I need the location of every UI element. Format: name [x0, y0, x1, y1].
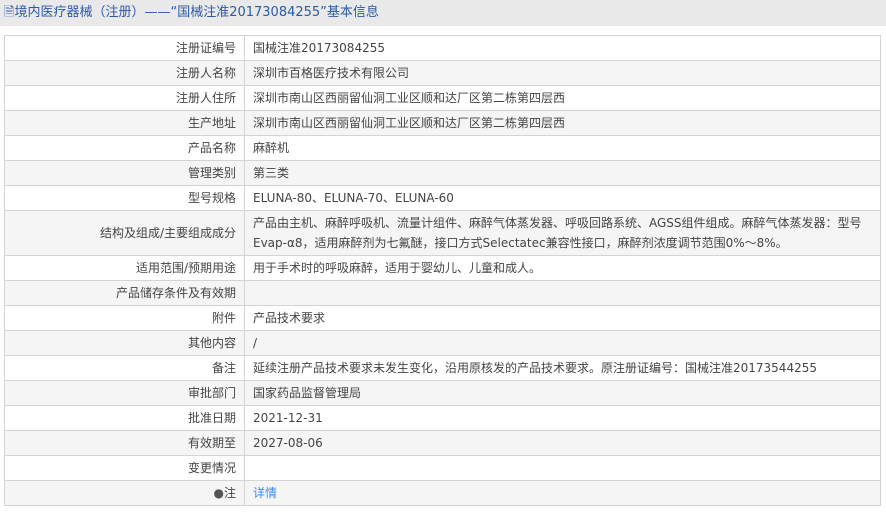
- table-row: 附件 产品技术要求: [4, 305, 881, 331]
- row-value: 深圳市南山区西丽留仙洞工业区顺和达厂区第二栋第四层西: [244, 110, 881, 136]
- page-title: 境内医疗器械（注册）——“国械注准20173084255”基本信息: [14, 5, 379, 20]
- row-value: 2027-08-06: [244, 430, 881, 456]
- row-label: 变更情况: [4, 455, 245, 481]
- row-label: 生产地址: [4, 110, 245, 136]
- row-label: 附件: [4, 305, 245, 331]
- row-value: 麻醉机: [244, 135, 881, 161]
- table-row: 结构及组成/主要组成成分 产品由主机、麻醉呼吸机、流量计组件、麻醉气体蒸发器、呼吸…: [4, 210, 881, 256]
- row-label: 备注: [4, 355, 245, 381]
- row-value: ELUNA-80、ELUNA-70、ELUNA-60: [244, 185, 881, 211]
- row-label: 产品储存条件及有效期: [4, 280, 245, 306]
- row-label: 产品名称: [4, 135, 245, 161]
- row-label: 有效期至: [4, 430, 245, 456]
- row-label: 注册人住所: [4, 85, 245, 111]
- table-row: 生产地址 深圳市南山区西丽留仙洞工业区顺和达厂区第二栋第四层西: [4, 110, 881, 136]
- row-value: 2021-12-31: [244, 405, 881, 431]
- row-label: 适用范围/预期用途: [4, 255, 245, 281]
- row-label: 批准日期: [4, 405, 245, 431]
- info-table: 注册证编号 国械注准20173084255 注册人名称 深圳市百格医疗技术有限公司 注册…: [4, 35, 881, 506]
- row-value: 用于手术时的呼吸麻醉，适用于婴幼儿、儿童和成人。: [244, 255, 881, 281]
- row-label: 管理类别: [4, 160, 245, 186]
- table-row: 产品储存条件及有效期: [4, 280, 881, 306]
- table-row: 其他内容 /: [4, 330, 881, 356]
- row-label: 型号规格: [4, 185, 245, 211]
- row-value: [244, 280, 881, 306]
- row-value: [244, 455, 881, 481]
- table-row: 产品名称 麻醉机: [4, 135, 881, 161]
- row-value: 详情: [244, 480, 881, 506]
- row-value: 深圳市百格医疗技术有限公司: [244, 60, 881, 86]
- table-row: 管理类别 第三类: [4, 160, 881, 186]
- row-label: ●注: [4, 480, 245, 506]
- table-row: 注册人名称 深圳市百格医疗技术有限公司: [4, 60, 881, 86]
- table-row: 有效期至 2027-08-06: [4, 430, 881, 456]
- row-value: 深圳市南山区西丽留仙洞工业区顺和达厂区第二栋第四层西: [244, 85, 881, 111]
- document-icon: 🗎: [4, 5, 15, 20]
- table-row: 注册证编号 国械注准20173084255: [4, 35, 881, 61]
- page-header: 🗎境内医疗器械（注册）——“国械注准20173084255”基本信息: [0, 0, 886, 26]
- row-label: 审批部门: [4, 380, 245, 406]
- details-link[interactable]: 详情: [253, 486, 277, 500]
- pin-icon: ●: [213, 486, 224, 500]
- row-value: 产品由主机、麻醉呼吸机、流量计组件、麻醉气体蒸发器、呼吸回路系统、AGSS组件组…: [244, 210, 881, 256]
- row-label: 注册人名称: [4, 60, 245, 86]
- row-value: 延续注册产品技术要求未发生变化，沿用原核发的产品技术要求。原注册证编号：国械注准…: [244, 355, 881, 381]
- table-row: 批准日期 2021-12-31: [4, 405, 881, 431]
- row-label: 结构及组成/主要组成成分: [4, 210, 245, 256]
- row-value: 国械注准20173084255: [244, 35, 881, 61]
- table-row: 适用范围/预期用途 用于手术时的呼吸麻醉，适用于婴幼儿、儿童和成人。: [4, 255, 881, 281]
- row-value: 国家药品监督管理局: [244, 380, 881, 406]
- row-value: 产品技术要求: [244, 305, 881, 331]
- table-row: 备注 延续注册产品技术要求未发生变化，沿用原核发的产品技术要求。原注册证编号：国械…: [4, 355, 881, 381]
- row-value: /: [244, 330, 881, 356]
- row-value: 第三类: [244, 160, 881, 186]
- table-row: 注册人住所 深圳市南山区西丽留仙洞工业区顺和达厂区第二栋第四层西: [4, 85, 881, 111]
- table-row: 变更情况: [4, 455, 881, 481]
- row-label: 其他内容: [4, 330, 245, 356]
- row-label: 注册证编号: [4, 35, 245, 61]
- table-row: ●注 详情: [4, 480, 881, 506]
- table-row: 型号规格 ELUNA-80、ELUNA-70、ELUNA-60: [4, 185, 881, 211]
- table-row: 审批部门 国家药品监督管理局: [4, 380, 881, 406]
- note-label: 注: [223, 486, 236, 500]
